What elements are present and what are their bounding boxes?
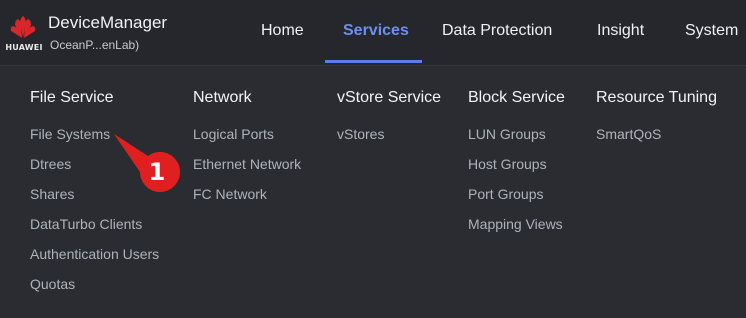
device-name[interactable]: OceanP...enLab) bbox=[50, 38, 139, 52]
menu-heading-block-service: Block Service bbox=[468, 89, 565, 106]
menu-item-host-groups[interactable]: Host Groups bbox=[468, 156, 547, 172]
menu-heading-network: Network bbox=[193, 89, 252, 106]
menu-heading-resource-tuning: Resource Tuning bbox=[596, 89, 717, 106]
services-mega-menu: File Service File Systems Dtrees Shares … bbox=[0, 67, 746, 318]
huawei-petals-icon bbox=[10, 16, 36, 38]
nav-insight[interactable]: Insight bbox=[597, 22, 644, 40]
menu-heading-vstore-service: vStore Service bbox=[337, 89, 442, 106]
nav-home[interactable]: Home bbox=[261, 22, 304, 40]
menu-item-quotas[interactable]: Quotas bbox=[30, 276, 75, 292]
menu-item-dtrees[interactable]: Dtrees bbox=[30, 156, 71, 172]
active-tab-indicator bbox=[325, 60, 422, 63]
menu-item-lun-groups[interactable]: LUN Groups bbox=[468, 126, 546, 142]
menu-item-mapping-views[interactable]: Mapping Views bbox=[468, 216, 563, 232]
menu-heading-file-service: File Service bbox=[30, 89, 114, 106]
menu-item-smartqos[interactable]: SmartQoS bbox=[596, 126, 661, 142]
logo-wordmark: HUAWEI bbox=[5, 43, 43, 52]
menu-item-dataturbo-clients[interactable]: DataTurbo Clients bbox=[30, 216, 142, 232]
top-navigation-bar: HUAWEI DeviceManager OceanP...enLab) Hom… bbox=[0, 0, 746, 66]
menu-item-fc-network[interactable]: FC Network bbox=[193, 186, 267, 202]
step-number: 1 bbox=[148, 158, 166, 186]
menu-item-ethernet-network[interactable]: Ethernet Network bbox=[193, 156, 301, 172]
nav-data-protection[interactable]: Data Protection bbox=[442, 22, 552, 40]
menu-item-port-groups[interactable]: Port Groups bbox=[468, 186, 543, 202]
menu-item-logical-ports[interactable]: Logical Ports bbox=[193, 126, 274, 142]
menu-item-shares[interactable]: Shares bbox=[30, 186, 74, 202]
app-title: DeviceManager bbox=[48, 13, 168, 32]
nav-services[interactable]: Services bbox=[343, 22, 409, 40]
huawei-logo: HUAWEI bbox=[4, 14, 42, 54]
nav-system[interactable]: System bbox=[685, 22, 738, 40]
menu-item-vstores[interactable]: vStores bbox=[337, 126, 384, 142]
menu-item-file-systems[interactable]: File Systems bbox=[30, 126, 110, 142]
menu-item-authentication-users[interactable]: Authentication Users bbox=[30, 246, 159, 262]
